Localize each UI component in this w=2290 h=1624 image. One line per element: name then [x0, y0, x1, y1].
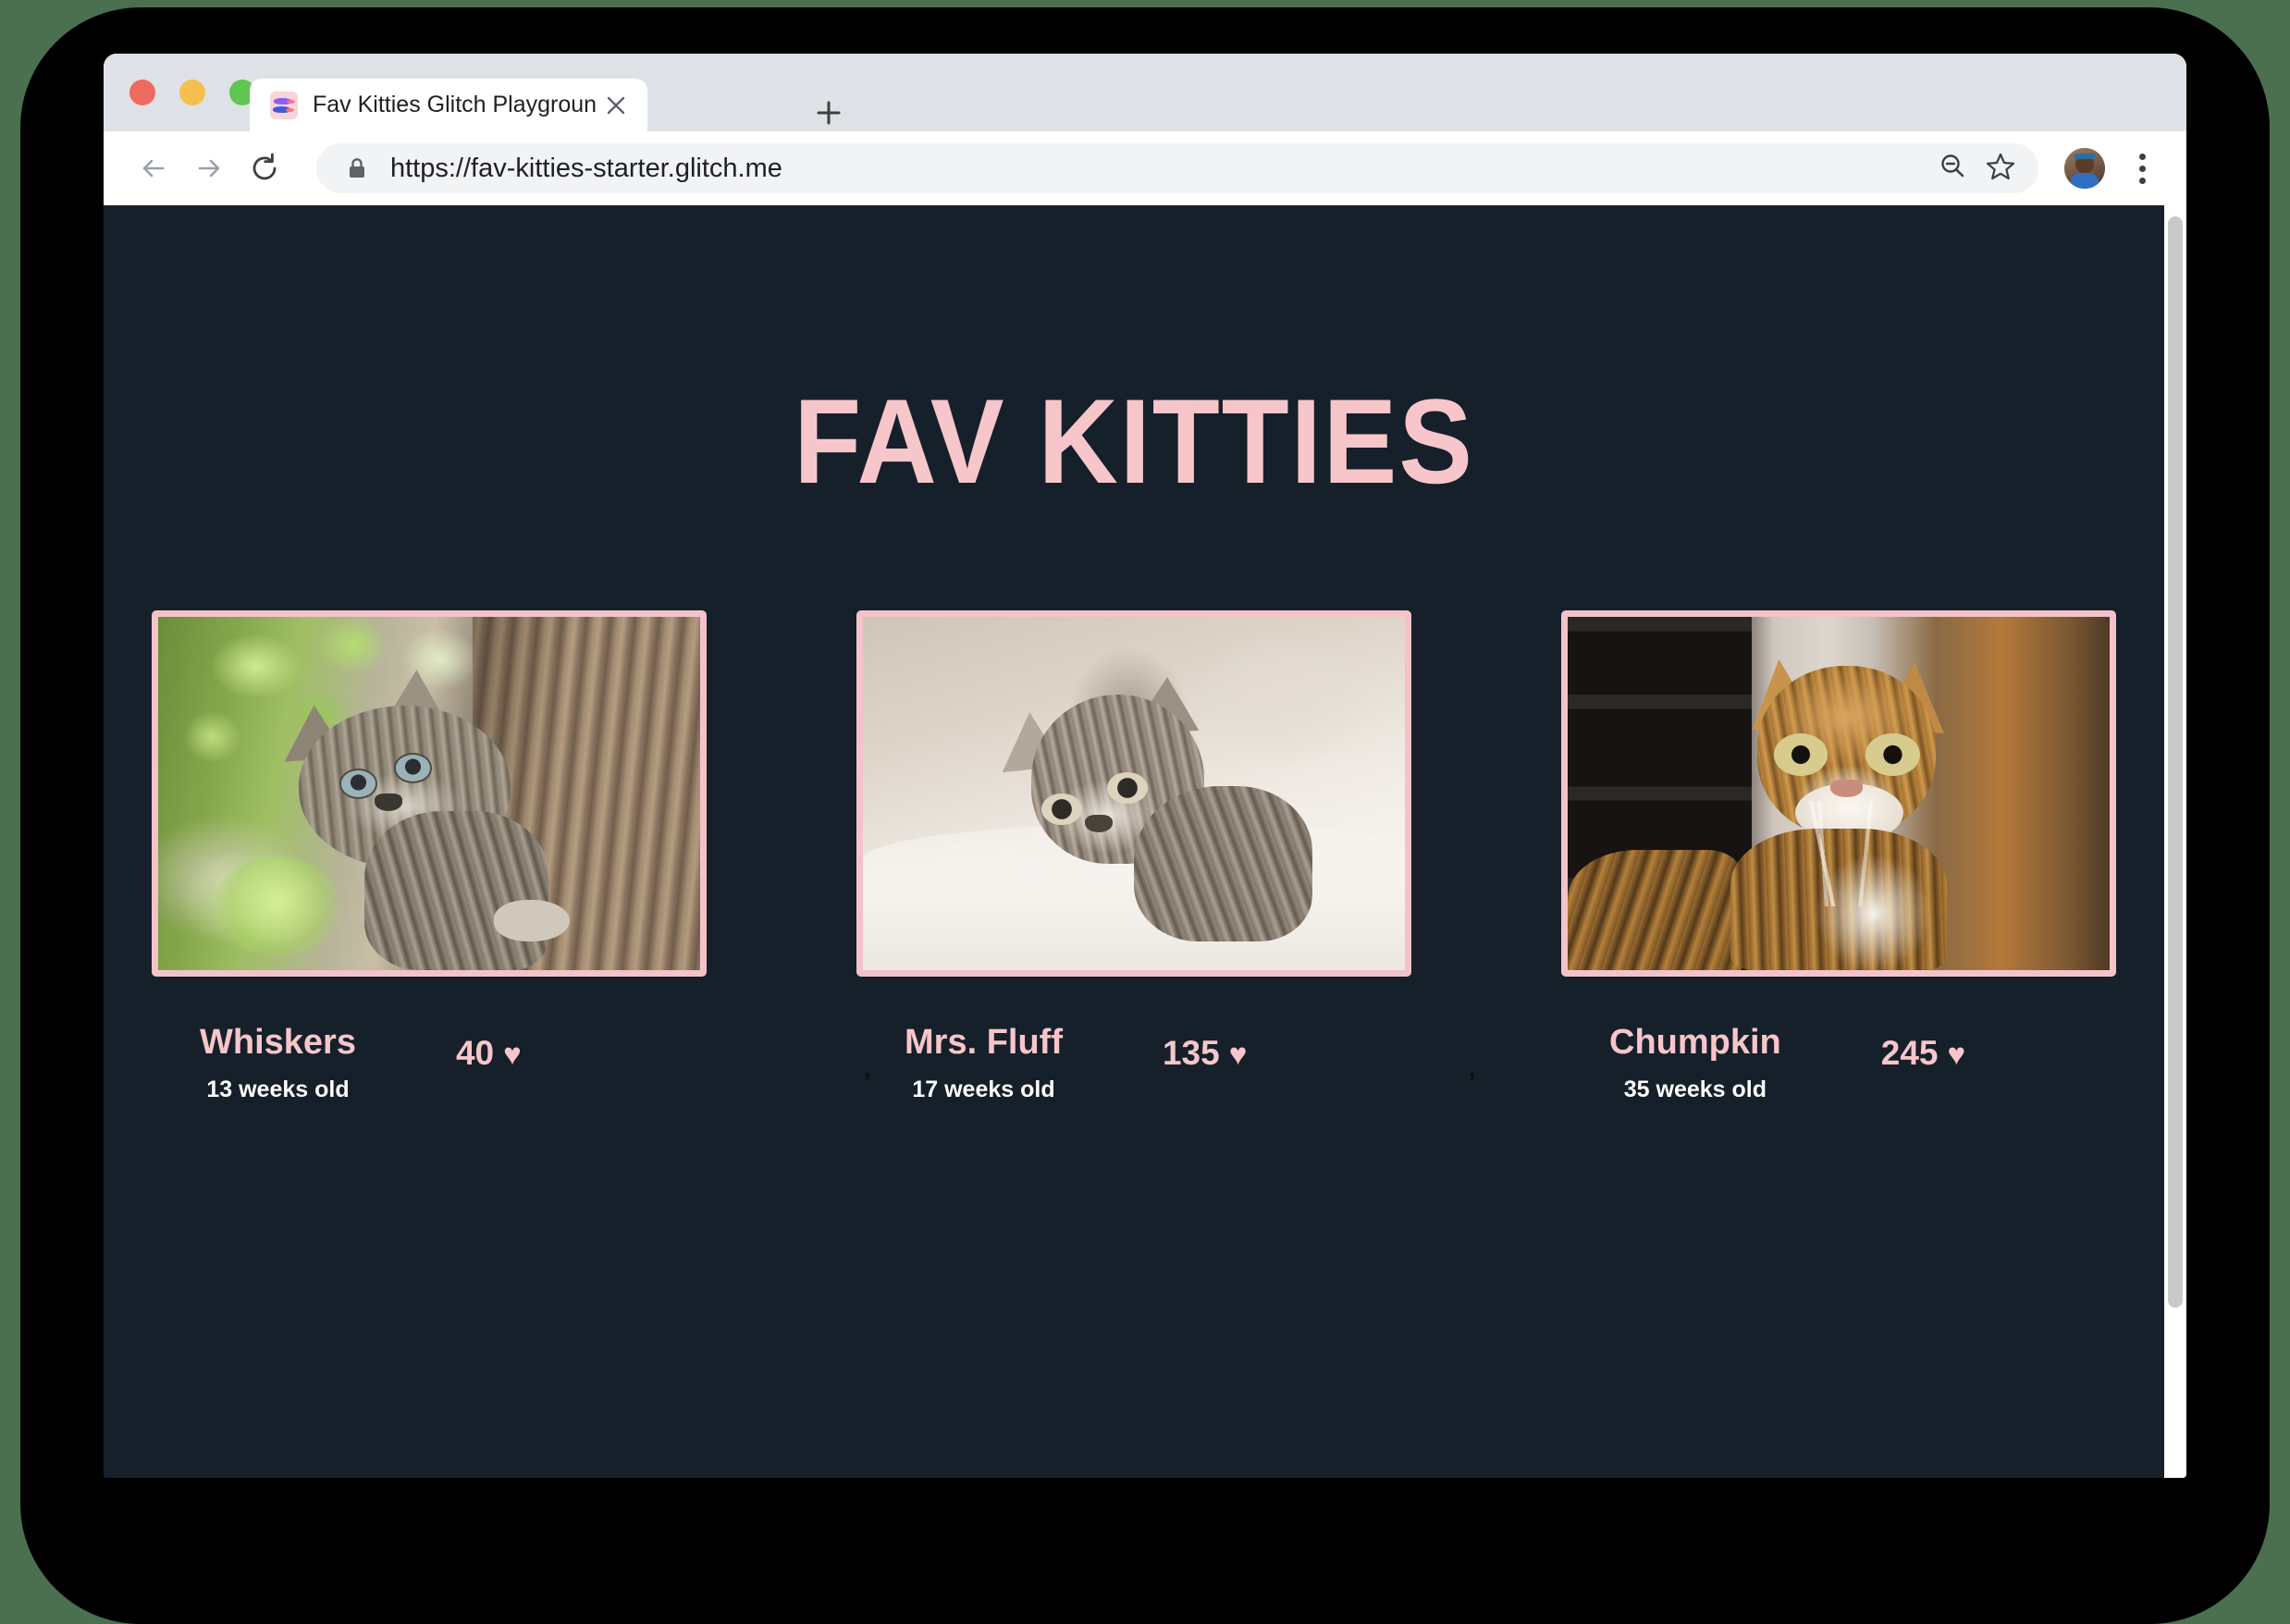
- reload-icon[interactable]: [240, 144, 289, 192]
- kitty-like-button[interactable]: 245 ♥: [1881, 1034, 1965, 1073]
- page-title: FAV KITTIES: [794, 374, 1474, 509]
- browser-toolbar: https://fav-kitties-starter.glitch.me: [104, 131, 2186, 205]
- heart-icon: ♥: [1228, 1037, 1248, 1071]
- address-bar[interactable]: https://fav-kitties-starter.glitch.me: [316, 143, 2038, 193]
- stray-text-mark: ,: [864, 1054, 871, 1082]
- kitty-name: Mrs. Fluff: [905, 1023, 1063, 1062]
- three-dot-menu-icon[interactable]: [2122, 145, 2162, 191]
- back-arrow-icon[interactable]: [129, 144, 178, 192]
- kitty-age: 13 weeks old: [206, 1076, 350, 1102]
- page-scrollbar-thumb[interactable]: [2168, 216, 2183, 1308]
- heart-icon: ♥: [1947, 1037, 1966, 1071]
- page-scrollbar[interactable]: [2164, 205, 2186, 1478]
- browser-window: Fav Kitties Glitch Playground https://fa…: [104, 54, 2186, 1478]
- kitty-name: Whiskers: [200, 1023, 356, 1062]
- kitty-card[interactable]: Whiskers 13 weeks old 40 ♥: [152, 610, 707, 1103]
- kitty-identity: Whiskers 13 weeks old: [200, 1023, 356, 1103]
- heart-icon: ♥: [503, 1037, 522, 1071]
- window-traffic-lights: [129, 80, 255, 105]
- stray-text-mark: ,: [1469, 1054, 1476, 1082]
- page-viewport: FAV KITTIES Whiskers 13 weeks old 40 ♥ M…: [104, 205, 2186, 1478]
- kitty-card[interactable]: Mrs. Fluff 17 weeks old 135 ♥: [856, 610, 1411, 1103]
- kitty-identity: Mrs. Fluff 17 weeks old: [905, 1023, 1063, 1103]
- zoom-out-icon[interactable]: [1937, 151, 1968, 187]
- new-tab-button[interactable]: [808, 92, 849, 133]
- glitch-fish-icon: [270, 91, 298, 119]
- tab-strip: Fav Kitties Glitch Playground: [104, 54, 2186, 131]
- kitty-grid: Whiskers 13 weeks old 40 ♥ Mrs. Fluff 17…: [104, 511, 2164, 1103]
- lock-icon: [346, 156, 368, 180]
- kitty-age: 35 weeks old: [1623, 1076, 1767, 1102]
- kitty-caption: Chumpkin 35 weeks old 245 ♥: [1561, 1023, 2116, 1103]
- kitty-identity: Chumpkin 35 weeks old: [1609, 1023, 1781, 1103]
- window-close-button[interactable]: [129, 80, 155, 105]
- tab-title: Fav Kitties Glitch Playground: [313, 92, 597, 117]
- kitty-photo-frame[interactable]: [1561, 610, 2116, 977]
- kitty-like-button[interactable]: 135 ♥: [1163, 1034, 1247, 1073]
- kitty-like-count: 245: [1880, 1034, 1939, 1072]
- kitty-age: 17 weeks old: [912, 1076, 1055, 1102]
- orange-tabby-cat-looking-up-image: [1568, 617, 2110, 970]
- kitty-caption: Mrs. Fluff 17 weeks old 135 ♥: [856, 1023, 1411, 1103]
- kitty-card[interactable]: Chumpkin 35 weeks old 245 ♥: [1561, 610, 2116, 1103]
- forward-arrow-icon[interactable]: [185, 144, 233, 192]
- kitty-like-count: 40: [455, 1034, 495, 1072]
- close-icon[interactable]: [597, 87, 634, 124]
- sepia-fluffy-kitten-on-blanket-image: [863, 617, 1405, 970]
- page-content: FAV KITTIES Whiskers 13 weeks old 40 ♥ M…: [104, 205, 2164, 1478]
- kitty-caption: Whiskers 13 weeks old 40 ♥: [152, 1023, 707, 1103]
- star-icon[interactable]: [1985, 151, 2016, 187]
- profile-avatar[interactable]: [2064, 148, 2105, 189]
- kitty-photo-frame[interactable]: [856, 610, 1411, 977]
- gray-tabby-kitten-climbing-tree-image: [158, 617, 700, 970]
- kitty-like-count: 135: [1162, 1034, 1220, 1072]
- omnibox-actions: [1937, 151, 2016, 187]
- window-minimize-button[interactable]: [179, 80, 205, 105]
- kitty-name: Chumpkin: [1609, 1023, 1781, 1062]
- url-text[interactable]: https://fav-kitties-starter.glitch.me: [390, 154, 1937, 184]
- kitty-photo-frame[interactable]: [152, 610, 707, 977]
- browser-tab[interactable]: Fav Kitties Glitch Playground: [250, 79, 647, 131]
- kitty-like-button[interactable]: 40 ♥: [456, 1034, 522, 1073]
